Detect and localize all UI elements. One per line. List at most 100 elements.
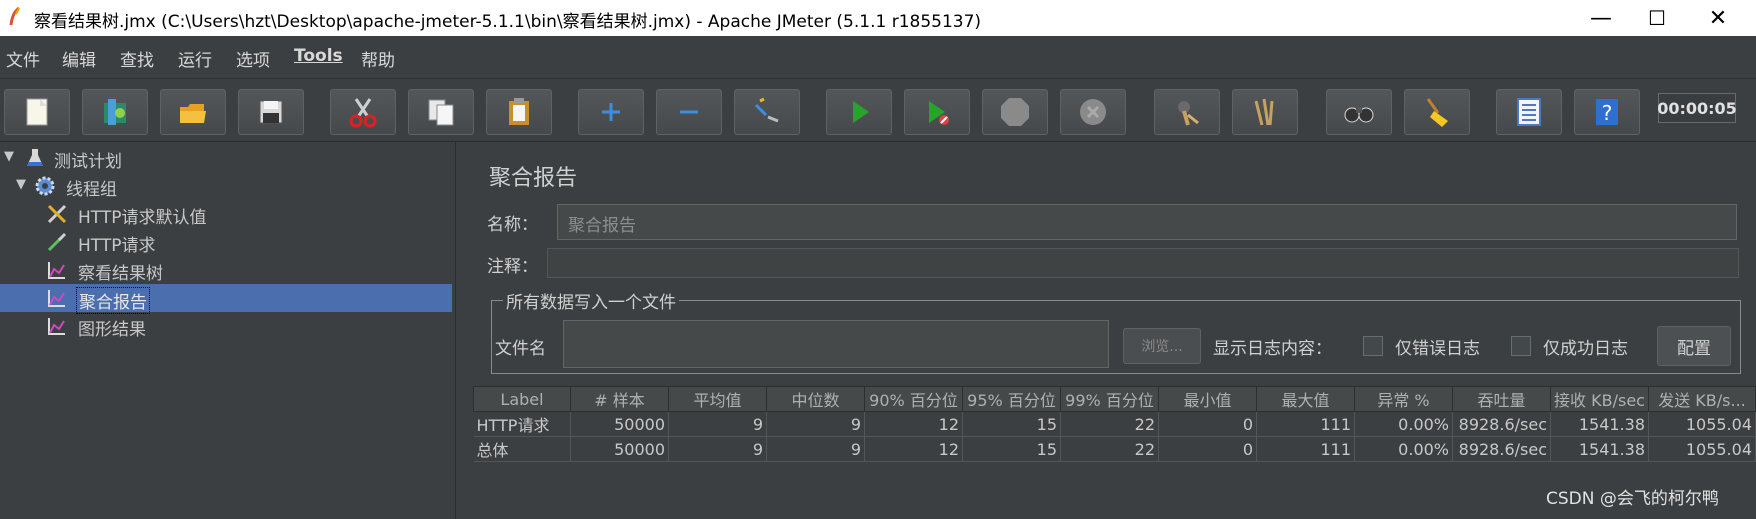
column-header[interactable]: 吞吐量 — [1452, 386, 1551, 412]
test-plan-tree: ▼ 测试计划 ▼ 线程组 HTTP请求默认值 HTTP请求 察看结果树 聚合报告… — [0, 142, 455, 519]
collapse-button[interactable] — [656, 89, 722, 135]
table-cell: 0.00% — [1354, 411, 1453, 437]
log-display-label: 显示日志内容： — [1213, 339, 1332, 359]
menu-options[interactable]: 选项 — [236, 46, 270, 71]
menu-file[interactable]: 文件 — [6, 46, 40, 71]
clear-all-icon — [1254, 98, 1274, 126]
function-helper-button[interactable] — [1496, 89, 1562, 135]
panel-splitter[interactable] — [455, 142, 472, 519]
chart-icon — [48, 318, 65, 335]
open-icon — [180, 104, 206, 123]
comment-field[interactable] — [547, 248, 1739, 278]
column-header[interactable]: 最小值 — [1158, 386, 1257, 412]
table-cell: 22 — [1060, 411, 1159, 437]
table-cell: 0 — [1158, 436, 1257, 462]
success-only-checkbox[interactable] — [1511, 336, 1531, 356]
table-cell: 0.00% — [1354, 436, 1453, 462]
table-cell: 9 — [766, 436, 865, 462]
expand-arrow-icon[interactable]: ▼ — [4, 149, 14, 164]
column-header[interactable]: 中位数 — [766, 386, 865, 412]
elapsed-timer: 00:00:05 — [1657, 93, 1737, 123]
expand-arrow-icon[interactable]: ▼ — [16, 177, 26, 192]
column-header[interactable]: 异常 % — [1354, 386, 1453, 412]
toggle-button[interactable] — [734, 89, 800, 135]
table-cell: 8928.6/sec — [1452, 436, 1551, 462]
open-button[interactable] — [160, 89, 226, 135]
table-row[interactable]: HTTP请求 50000 9 9 12 15 22 0 111 0.00% 89… — [473, 411, 1756, 437]
cut-button[interactable] — [330, 89, 396, 135]
toggle-icon — [754, 97, 779, 123]
tree-item-http-request[interactable]: HTTP请求 — [0, 228, 452, 256]
column-header[interactable]: 发送 KB/s... — [1648, 386, 1756, 412]
help-button[interactable]: ? — [1574, 89, 1640, 135]
clear-icon — [1178, 101, 1199, 126]
column-header[interactable]: 95% 百分位 — [962, 386, 1061, 412]
menu-run[interactable]: 运行 — [178, 46, 212, 71]
menu-help[interactable]: 帮助 — [361, 46, 395, 71]
table-cell: 22 — [1060, 436, 1159, 462]
table-cell: 50000 — [570, 411, 669, 437]
chart-icon — [48, 290, 65, 307]
tree-item-label: HTTP请求 — [78, 236, 156, 256]
column-header[interactable]: 90% 百分位 — [864, 386, 963, 412]
browse-button[interactable]: 浏览... — [1123, 328, 1201, 364]
table-row[interactable]: 总体 50000 9 9 12 15 22 0 111 0.00% 8928.6… — [473, 436, 1756, 462]
menu-tools[interactable]: Tools — [294, 46, 343, 66]
errors-only-checkbox[interactable] — [1363, 336, 1383, 356]
column-header[interactable]: 99% 百分位 — [1060, 386, 1159, 412]
tree-item-test-plan[interactable]: ▼ 测试计划 — [0, 144, 452, 172]
paste-button[interactable] — [486, 89, 552, 135]
table-cell: 1055.04 — [1648, 436, 1756, 462]
reset-search-icon — [1426, 98, 1448, 127]
window-title: 察看结果树.jmx (C:\Users\hzt\Desktop\apache-j… — [34, 12, 982, 32]
pipette-icon — [47, 232, 67, 252]
maximize-button[interactable]: ☐ — [1629, 0, 1685, 36]
table-cell: HTTP请求 — [473, 411, 571, 437]
tree-item-graph-results[interactable]: 图形结果 — [0, 312, 452, 340]
save-button[interactable] — [238, 89, 304, 135]
column-header[interactable]: 最大值 — [1256, 386, 1355, 412]
close-button[interactable]: ✕ — [1690, 0, 1746, 36]
name-field[interactable]: 聚合报告 — [557, 204, 1737, 240]
templates-button[interactable] — [82, 89, 148, 135]
tree-item-thread-group[interactable]: ▼ 线程组 — [0, 172, 452, 200]
tree-item-aggregate-report[interactable]: 聚合报告 — [0, 284, 452, 314]
tree-item-view-results-tree[interactable]: 察看结果树 — [0, 256, 452, 284]
configure-button[interactable]: 配置 — [1657, 326, 1731, 366]
aggregate-report-panel: 聚合报告 名称： 聚合报告 注释： 所有数据写入一个文件 文件名 浏览... 显… — [471, 142, 1756, 519]
start-no-pause-button[interactable] — [904, 89, 970, 135]
menu-search[interactable]: 查找 — [120, 46, 154, 71]
name-label: 名称： — [487, 215, 538, 235]
new-button[interactable] — [4, 89, 70, 135]
tree-item-http-defaults[interactable]: HTTP请求默认值 — [0, 200, 452, 228]
column-header[interactable]: Label — [473, 386, 571, 412]
paste-icon — [509, 98, 529, 125]
expand-button[interactable] — [578, 89, 644, 135]
gear-icon — [35, 176, 55, 196]
shutdown-button[interactable] — [1060, 89, 1126, 135]
tree-item-label: HTTP请求默认值 — [78, 208, 207, 228]
table-cell: 0 — [1158, 411, 1257, 437]
start-button[interactable] — [826, 89, 892, 135]
stop-button[interactable] — [982, 89, 1048, 135]
window-titlebar: 察看结果树.jmx (C:\Users\hzt\Desktop\apache-j… — [0, 0, 1756, 36]
clear-button[interactable] — [1154, 89, 1220, 135]
search-button[interactable] — [1326, 89, 1392, 135]
column-header[interactable]: # 样本 — [570, 386, 669, 412]
column-header[interactable]: 平均值 — [668, 386, 767, 412]
start-no-pause-icon — [929, 101, 949, 125]
collapse-icon — [680, 110, 698, 114]
clear-all-button[interactable] — [1232, 89, 1298, 135]
minimize-button[interactable]: — — [1573, 0, 1629, 36]
table-cell: 12 — [864, 436, 963, 462]
filename-field[interactable] — [563, 320, 1109, 368]
column-header[interactable]: 接收 KB/sec — [1550, 386, 1649, 412]
menu-edit[interactable]: 编辑 — [62, 46, 96, 71]
tree-item-label: 察看结果树 — [78, 264, 163, 284]
table-header-row: Label # 样本 平均值 中位数 90% 百分位 95% 百分位 99% 百… — [473, 386, 1756, 412]
table-cell: 8928.6/sec — [1452, 411, 1551, 437]
copy-button[interactable] — [408, 89, 474, 135]
table-cell: 1541.38 — [1550, 436, 1649, 462]
reset-search-button[interactable] — [1404, 89, 1470, 135]
table-cell: 9 — [668, 436, 767, 462]
